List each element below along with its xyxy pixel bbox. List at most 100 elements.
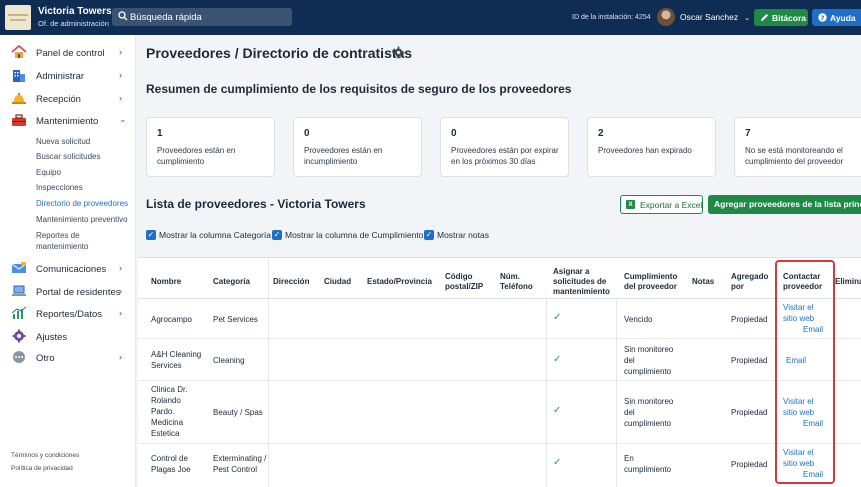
col-header-ciudad[interactable]: Ciudad (324, 263, 364, 301)
email-link[interactable]: Email (803, 418, 833, 429)
user-menu[interactable]: Oscar Sanchez ⌄ (680, 12, 750, 22)
terms-link[interactable]: Términos y condiciones (11, 452, 79, 459)
sidebar-item-ajustes[interactable]: Ajustes (0, 327, 136, 347)
col-header-cumplimiento[interactable]: Cumplimiento del proveedor (624, 263, 684, 301)
cell-cumplimiento: Sin monitoreo del cumplimiento (624, 397, 674, 428)
email-link[interactable]: Email (786, 355, 816, 366)
col-header-agregado[interactable]: Agregado por (731, 263, 771, 301)
sidebar-label: Otro (36, 353, 55, 364)
summary-card-noncompliant[interactable]: 0 Proveedores están en incumplimiento (293, 117, 422, 177)
main-content: Proveedores / Directorio de contratistas… (136, 35, 861, 487)
assigned-check-icon: ✓ (553, 354, 562, 365)
summary-card-expired[interactable]: 2 Proveedores han expirado (587, 117, 716, 177)
page-title: Proveedores / Directorio de contratistas (146, 45, 413, 61)
col-header-contactar[interactable]: Contactar proveedor (783, 263, 833, 301)
col-header-codigo[interactable]: Código postal/ZIP (445, 263, 495, 301)
sidebar-label: Ajustes (36, 332, 68, 343)
summary-card-compliant[interactable]: 1 Proveedores están en cumplimiento (146, 117, 275, 177)
sidebar-subitem-directorio-proveedores[interactable]: Directorio de proveedores (36, 198, 128, 209)
brand-name[interactable]: Victoria Towers (38, 6, 112, 17)
sidebar-subitem-label: mantenimiento (36, 242, 89, 251)
card-count: 1 (157, 128, 163, 139)
summary-title: Resumen de cumplimiento de los requisito… (146, 82, 572, 96)
sidebar-subitem-buscar-solicitudes[interactable]: Buscar solicitudes (36, 151, 100, 162)
chevron-right-icon: › (119, 47, 122, 57)
sidebar-item-panel[interactable]: Panel de control › (0, 43, 136, 63)
add-vendors-button[interactable]: Agregar proveedores de la lista principa… (708, 195, 861, 214)
toolbox-icon (11, 113, 27, 127)
cell-cumplimiento: En cumplimiento (624, 454, 672, 474)
privacy-link[interactable]: Política de privacidad (11, 465, 73, 472)
vendors-table: Nombre Categoría Dirección Ciudad Estado… (138, 257, 861, 487)
cell-nombre[interactable]: A&H Cleaning Services (151, 349, 206, 371)
export-excel-button[interactable]: X Exportar a Excel (620, 195, 703, 214)
cell-nombre[interactable]: Control de Plagas Joe (151, 453, 201, 475)
card-text: Proveedores están por expirar en los pró… (451, 146, 559, 166)
sidebar-subitem-reportes[interactable]: Reportes de mantenimiento (36, 230, 88, 252)
sidebar-item-mantenimiento[interactable]: Mantenimiento ⌄ (0, 111, 136, 131)
cell-agregado: Propiedad (731, 408, 768, 417)
sidebar-subitem-label: Reportes de (36, 231, 80, 240)
avatar[interactable] (657, 8, 675, 26)
sidebar-label: Reportes/Datos (36, 309, 103, 320)
col-header-notas[interactable]: Notas (692, 263, 722, 301)
help-button[interactable]: ? Ayuda (812, 9, 861, 26)
col-header-asignar[interactable]: Asignar a solicitudes de mantenimiento (553, 263, 613, 301)
col-header-estado[interactable]: Estado/Provincia (367, 263, 442, 301)
brand-logo[interactable] (5, 5, 31, 30)
sidebar-subitem-inspecciones[interactable]: Inspecciones (36, 182, 83, 193)
sidebar-subitem-equipo[interactable]: Equipo (36, 167, 61, 178)
chevron-down-icon: ⌄ (119, 114, 127, 124)
col-header-categoria[interactable]: Categoría (213, 263, 268, 301)
sidebar-item-recepcion[interactable]: Recepción › (0, 89, 136, 109)
bell-icon (11, 91, 27, 105)
sidebar-label: Portal de residentes (36, 287, 121, 298)
sidebar-item-otro[interactable]: Otro › (0, 348, 136, 368)
cell-categoria: Cleaning (213, 356, 245, 365)
cell-categoria: Beauty / Spas (213, 408, 263, 417)
cell-nombre[interactable]: Clinica Dr. Rolando Pardo. Medicina Este… (151, 384, 201, 439)
visit-website-link[interactable]: Visitar el sitio web (783, 447, 823, 469)
col-header-telefono[interactable]: Núm. Teléfono (500, 263, 545, 301)
visit-website-link[interactable]: Visitar el sitio web (783, 302, 823, 324)
column-divider (616, 298, 617, 487)
question-icon: ? (818, 13, 827, 24)
visit-website-link[interactable]: Visitar el sitio web (783, 396, 823, 418)
user-name: Oscar Sanchez (680, 12, 739, 22)
mail-icon (11, 261, 27, 275)
more-icon (11, 350, 27, 364)
col-header-direccion[interactable]: Dirección (273, 263, 323, 301)
checkbox-label: Mostrar notas (437, 230, 489, 240)
sidebar-subitem-mantenimiento-preventivo[interactable]: Mantenimiento preventivo (36, 214, 128, 225)
pencil-icon (760, 13, 769, 24)
card-count: 0 (304, 128, 310, 139)
cell-nombre[interactable]: Agrocampo (151, 314, 211, 325)
assigned-check-icon: ✓ (553, 312, 562, 323)
chevron-right-icon: › (119, 70, 122, 80)
summary-card-not-monitored[interactable]: 7 No se está monitoreando el cumplimient… (734, 117, 861, 177)
summary-card-expiring[interactable]: 0 Proveedores están por expirar en los p… (440, 117, 569, 177)
row-divider (138, 338, 861, 339)
sidebar-item-reportes-datos[interactable]: Reportes/Datos › (0, 304, 136, 324)
bitacora-button[interactable]: Bitácora (754, 9, 808, 26)
email-link[interactable]: Email (803, 324, 833, 335)
sidebar-subitem-nueva-solicitud[interactable]: Nueva solicitud (36, 136, 90, 147)
col-header-eliminar[interactable]: Elimina (835, 263, 861, 301)
cell-cumplimiento: Sin monitoreo del cumplimiento (624, 345, 674, 376)
help-label: Ayuda (830, 13, 856, 23)
email-link[interactable]: Email (803, 469, 833, 480)
col-header-nombre[interactable]: Nombre (151, 263, 206, 301)
card-count: 0 (451, 128, 457, 139)
sidebar-item-portal-residentes[interactable]: Portal de residentes › (0, 282, 136, 302)
assigned-check-icon: ✓ (553, 405, 562, 416)
sidebar-item-administrar[interactable]: Administrar › (0, 66, 136, 86)
building-icon (11, 68, 27, 82)
column-divider (546, 298, 547, 487)
brand-subtitle: Of. de administración (38, 19, 109, 28)
gear-icon (11, 329, 27, 343)
search-input[interactable] (130, 10, 288, 24)
sidebar-item-comunicaciones[interactable]: Comunicaciones › (0, 259, 136, 279)
quick-search[interactable] (112, 8, 292, 26)
bitacora-label: Bitácora (772, 13, 807, 23)
settings-gear-icon[interactable] (392, 46, 405, 61)
